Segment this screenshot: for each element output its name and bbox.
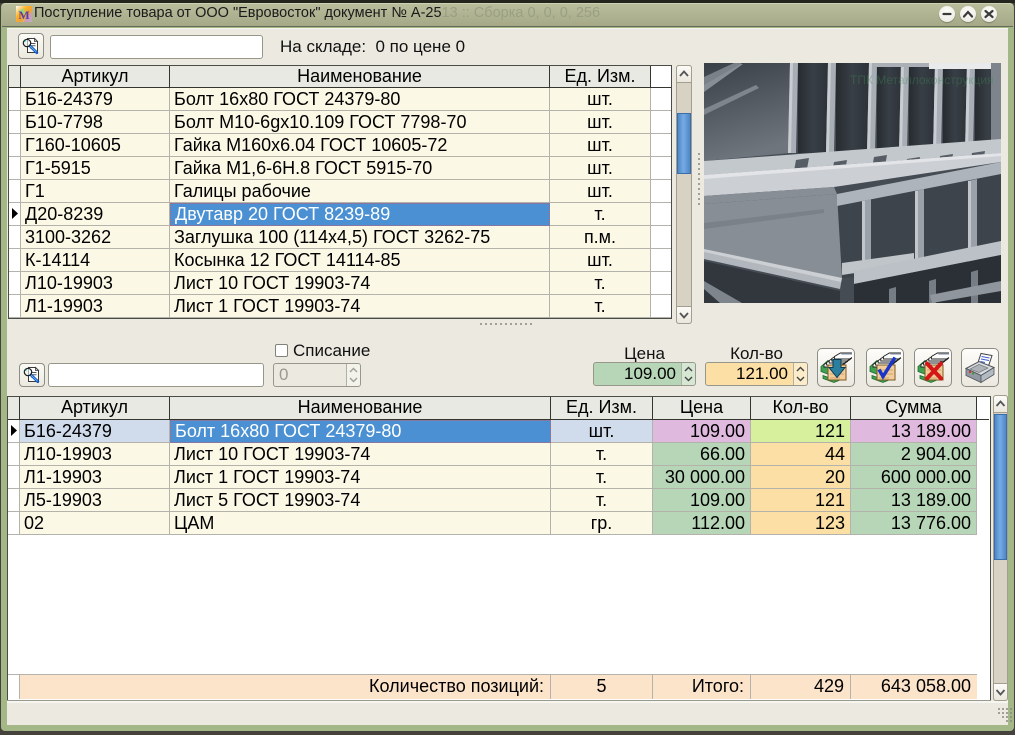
svg-text:ТПК Металлоконструкция: ТПК Металлоконструкция [850,73,994,87]
svg-text:M: M [18,8,29,22]
